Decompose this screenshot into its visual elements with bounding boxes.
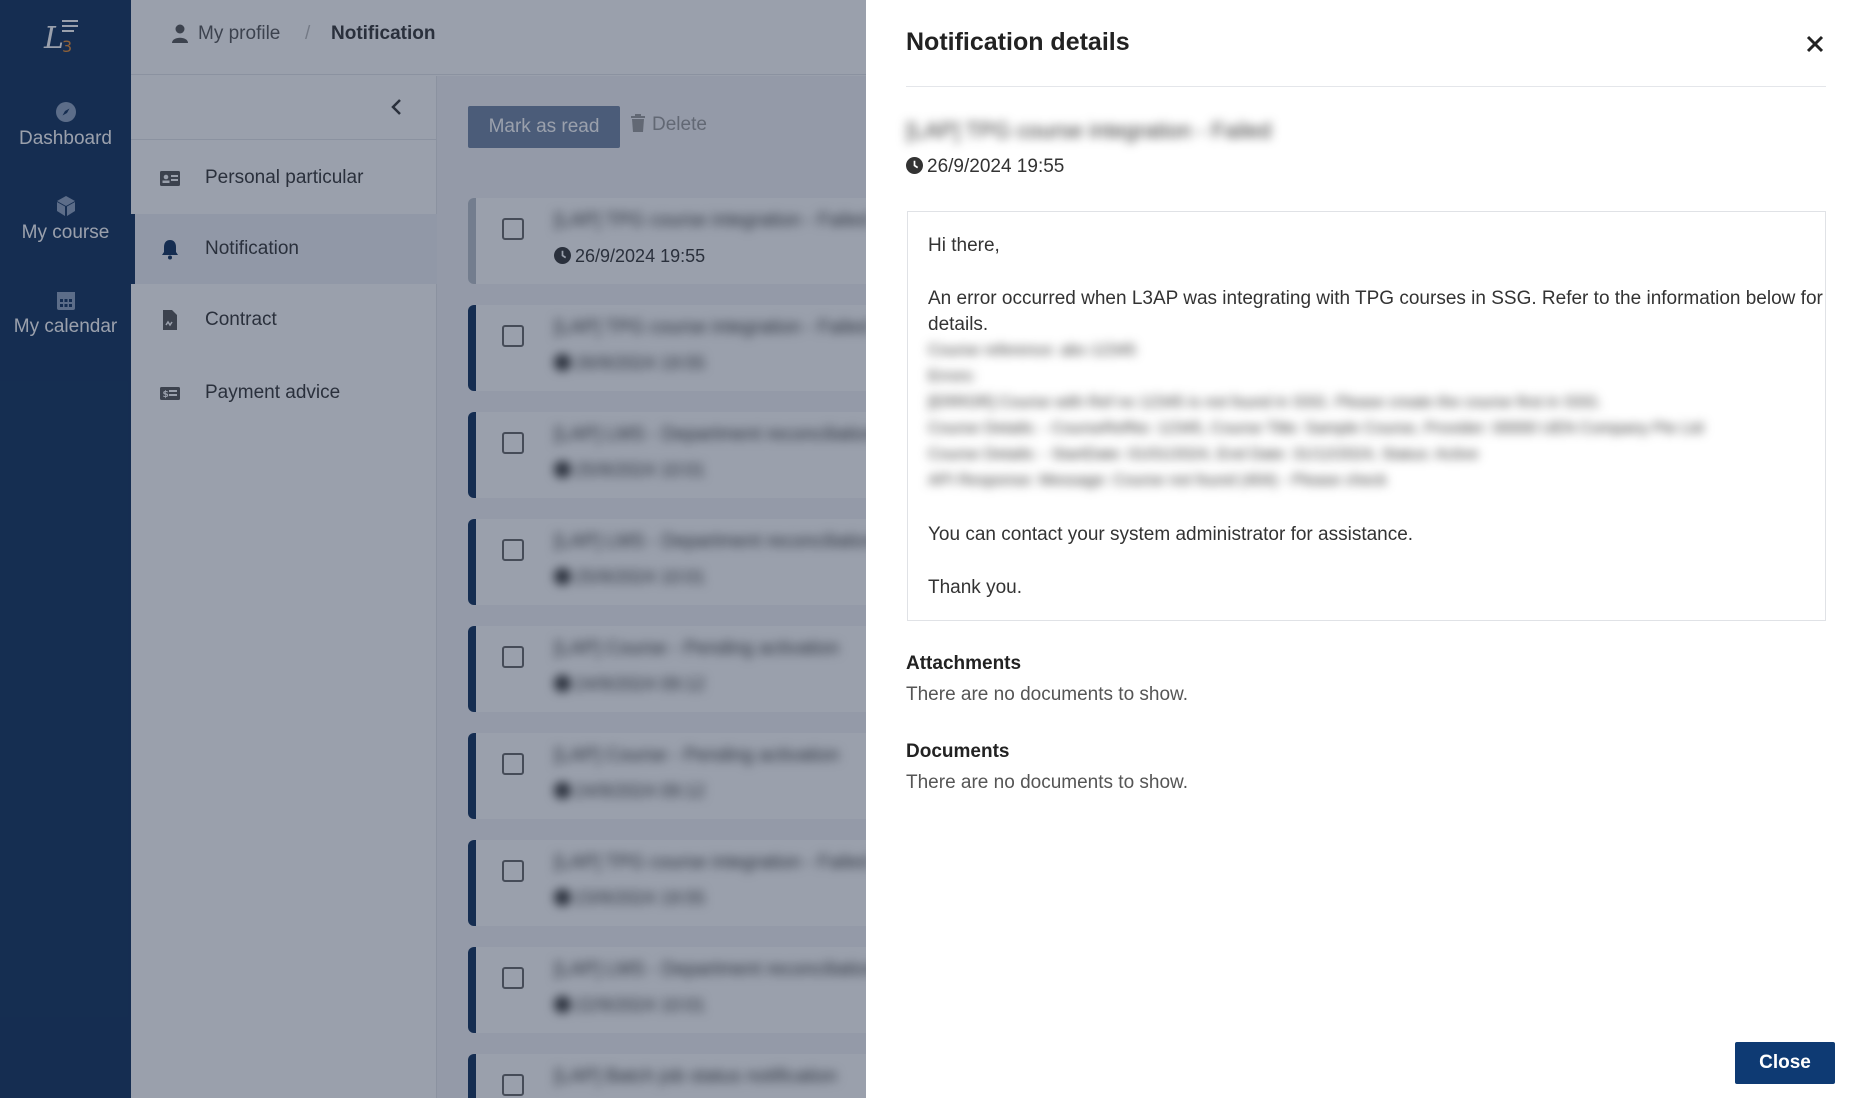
modal-backdrop[interactable] <box>0 0 866 1098</box>
close-button[interactable]: Close <box>1735 1042 1835 1084</box>
redacted-line: API Response: Message: Course not found … <box>928 472 1387 489</box>
attachments-title: Attachments <box>906 653 1022 674</box>
redacted-line: [ERROR] Course with Ref no 12345 is not … <box>928 394 1603 411</box>
notification-subject: [LAP] TPG course integration - Failed <box>906 118 1272 143</box>
clock-icon <box>906 157 923 174</box>
message-paragraph-cont: details. <box>928 314 989 335</box>
documents-title: Documents <box>906 741 1010 762</box>
divider <box>906 86 1826 87</box>
drawer-title: Notification details <box>906 28 1130 56</box>
redacted-line: Errors: <box>928 368 976 385</box>
redacted-line: Course Details: - StartDate: 01/01/2024,… <box>928 446 1479 463</box>
redacted-line: Course reference: abc-12345 <box>928 342 1137 359</box>
message-paragraph: An error occurred when L3AP was integrat… <box>928 288 1823 309</box>
notification-date: 26/9/2024 19:55 <box>906 156 1064 178</box>
message-greeting: Hi there, <box>928 235 1000 256</box>
documents-empty: There are no documents to show. <box>906 772 1188 793</box>
redacted-line: Course Details: - CourseRefNo: 12345, Co… <box>928 420 1704 437</box>
message-body: Hi there, An error occurred when L3AP wa… <box>907 211 1826 621</box>
close-icon[interactable] <box>1804 33 1826 55</box>
notification-details-drawer: Notification details [LAP] TPG course in… <box>866 0 1852 1098</box>
message-thanks: Thank you. <box>928 577 1022 598</box>
message-contact: You can contact your system administrato… <box>928 524 1414 545</box>
notification-date-text: 26/9/2024 19:55 <box>927 156 1065 177</box>
attachments-empty: There are no documents to show. <box>906 684 1188 705</box>
